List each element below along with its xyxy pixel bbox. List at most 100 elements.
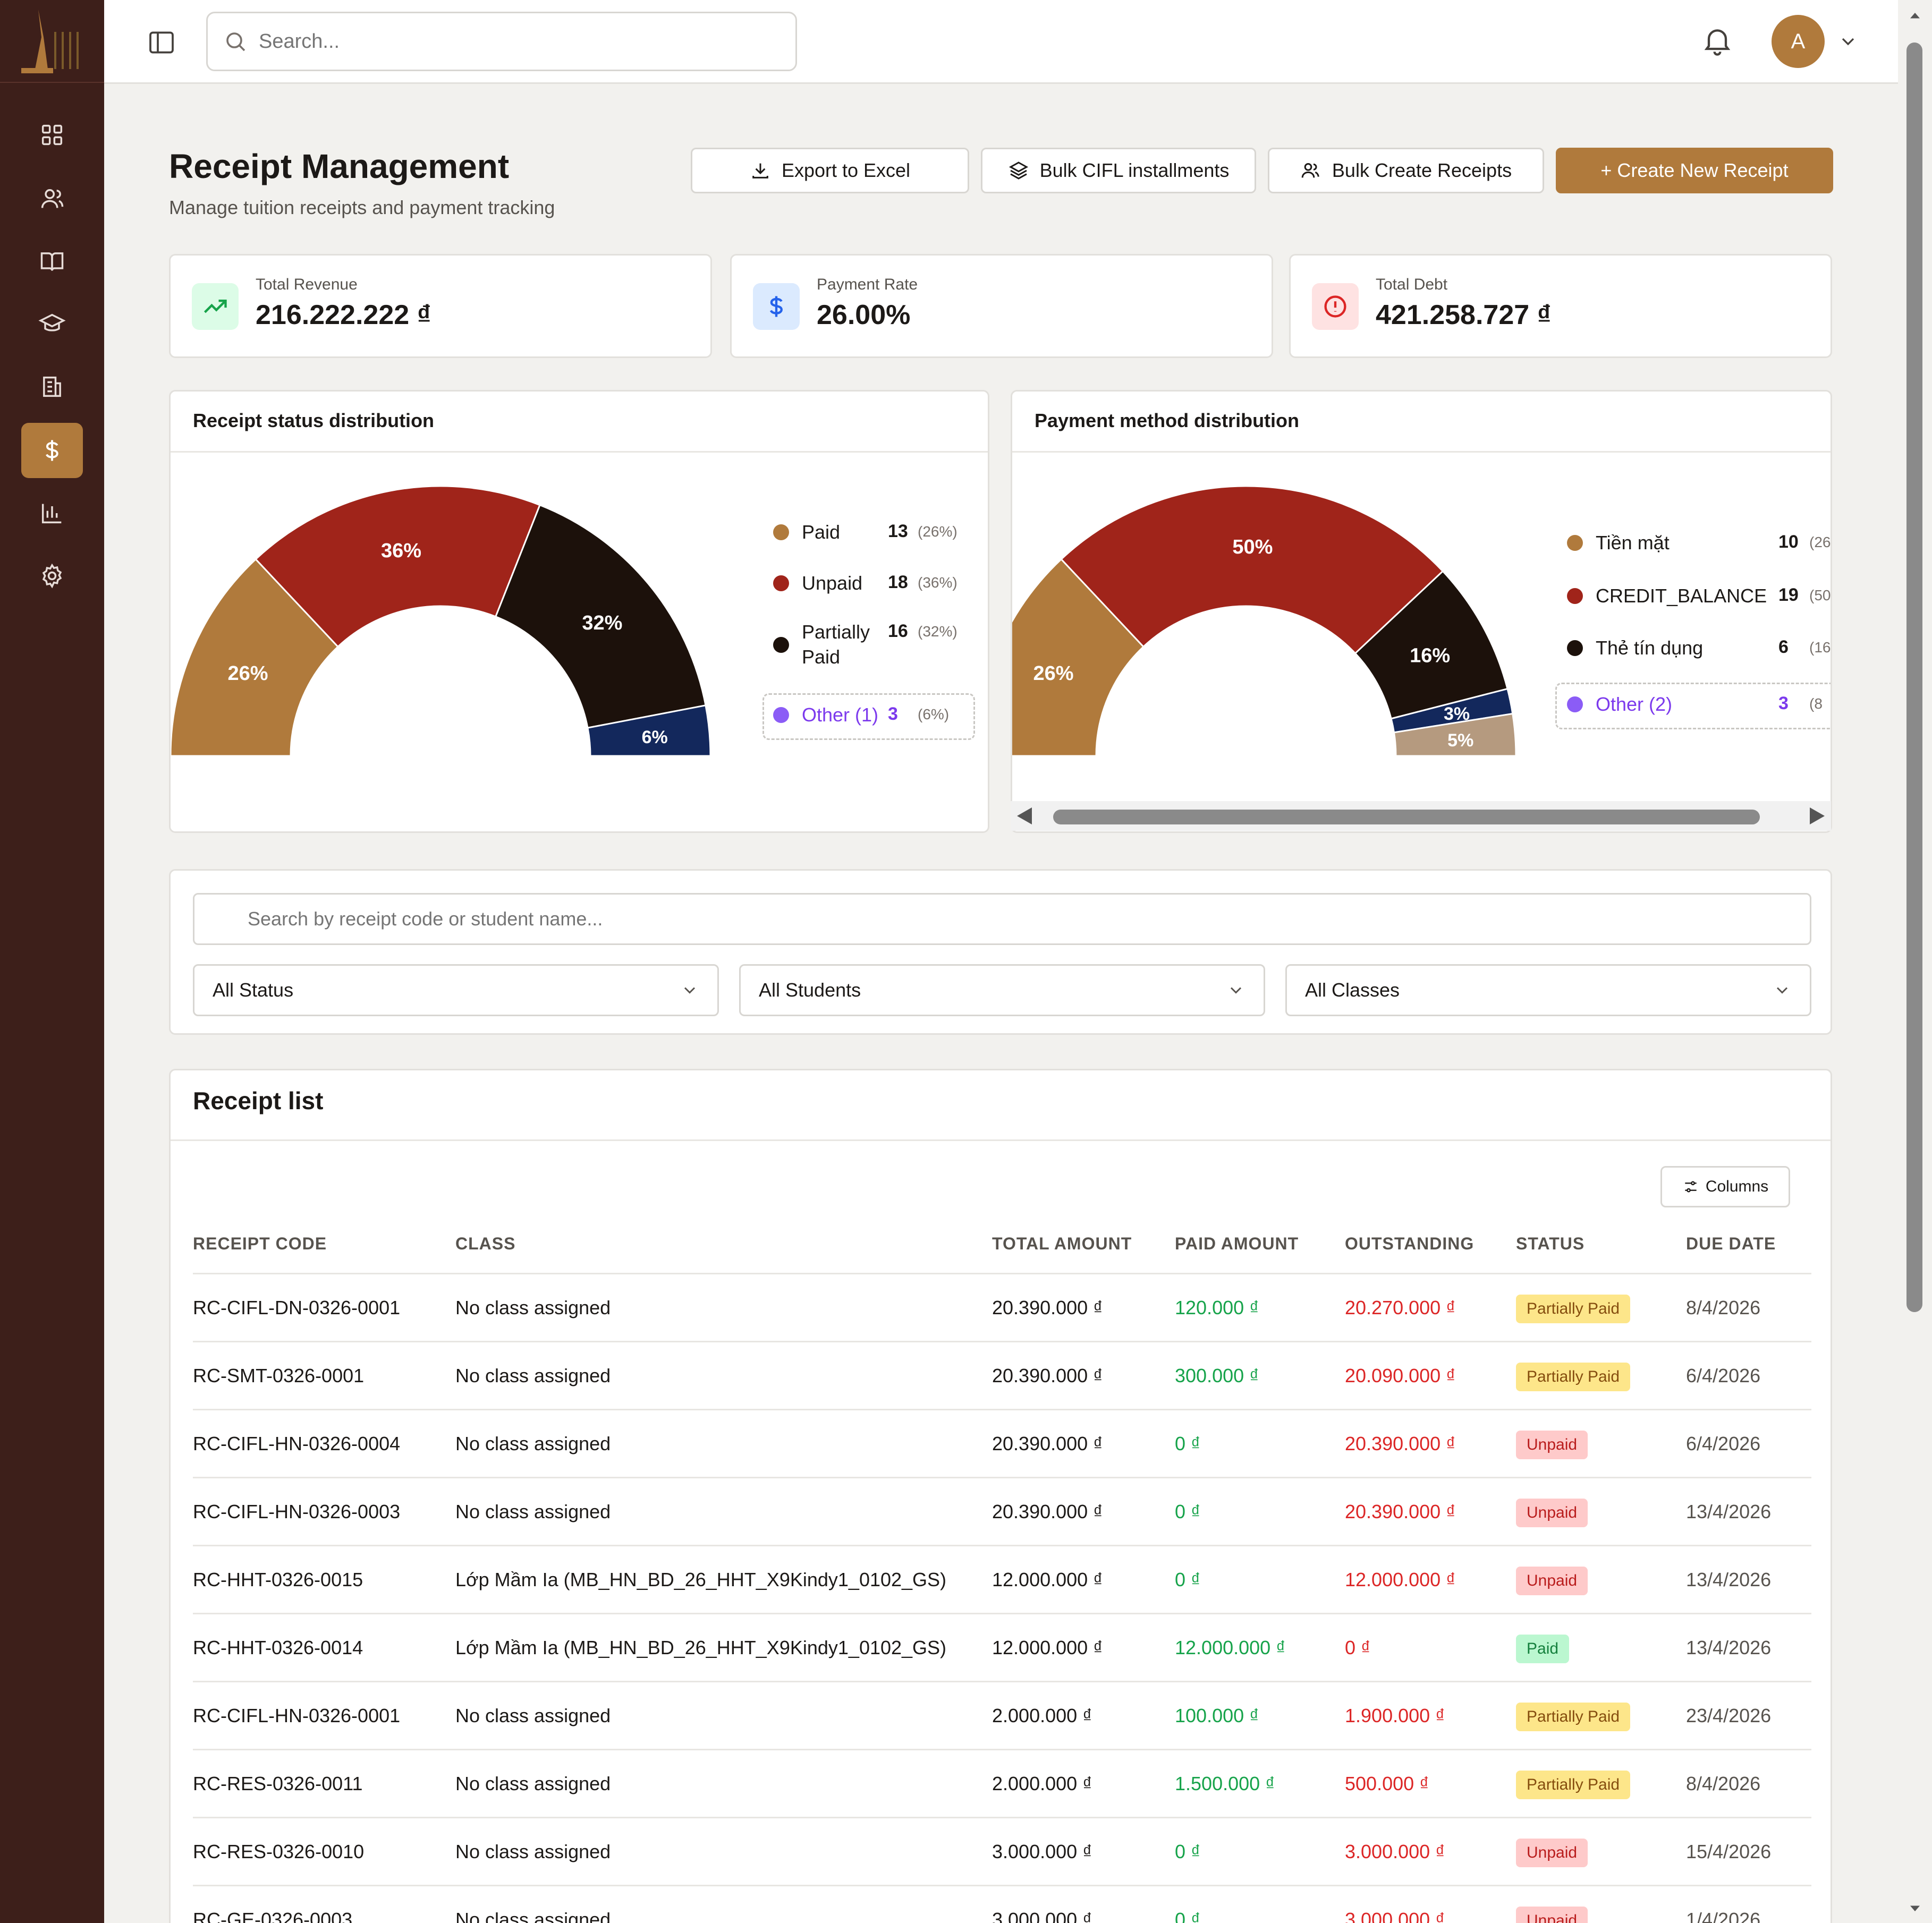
table-row[interactable]: RC-CIFL-HN-0326-0003 No class assigned 20.… [193, 1478, 1811, 1546]
chevron-down-icon[interactable] [1837, 31, 1859, 52]
grid-icon [41, 124, 63, 146]
nav-reports[interactable] [21, 486, 83, 541]
nav-finance[interactable] [21, 423, 83, 478]
app-logo[interactable] [0, 0, 104, 83]
table-row[interactable]: RC-GE-0326-0003 No class assigned 3.000.00… [193, 1886, 1811, 1923]
table-cell: 20.390.000 ₫ [1345, 1501, 1456, 1522]
legend-count: 19 [1778, 585, 1799, 605]
stat-label: Total Revenue [256, 276, 358, 293]
table-cell: 6/4/2026 [1686, 1433, 1761, 1454]
legend-dot [1567, 535, 1583, 551]
avatar[interactable]: A [1772, 15, 1825, 68]
dollar-icon [753, 283, 800, 330]
classes-select[interactable]: All Classes [1285, 964, 1811, 1016]
table-cell: 3.000.000 ₫ [1345, 1909, 1445, 1923]
sidebar-toggle-icon[interactable] [147, 28, 176, 57]
legend-item[interactable]: Tiền mặt [1567, 531, 1670, 556]
bulk-create-button[interactable]: Bulk Create Receipts [1268, 148, 1544, 193]
table-row[interactable]: RC-RES-0326-0010 No class assigned 3.000.0… [193, 1818, 1811, 1886]
legend-percent: (6%) [918, 706, 950, 722]
table-row[interactable]: RC-HHT-0326-0014 Lớp Mầm Ia (MB_HN_BD_26_… [193, 1614, 1811, 1682]
table-cell: No class assigned [455, 1501, 611, 1522]
table-row[interactable]: RC-CIFL-HN-0326-0004 No class assigned 20.… [193, 1410, 1811, 1478]
column-header[interactable]: CLASS [455, 1234, 515, 1254]
table-cell: Lớp Mầm Ia (MB_HN_BD_26_HHT_X9Kindy1_010… [455, 1569, 947, 1590]
chart-slice-label: 26% [227, 662, 268, 685]
legend-item[interactable]: CREDIT_BALANCE [1567, 584, 1767, 609]
table-row[interactable]: RC-SMT-0326-0001 No class assigned 20.390.… [193, 1342, 1811, 1410]
export-excel-button[interactable]: Export to Excel [691, 148, 969, 193]
stat-label: Total Debt [1376, 276, 1448, 293]
table-cell: 12.000.000 ₫ [1345, 1569, 1456, 1590]
book-open-icon [40, 252, 64, 271]
payment-method-chart: 26%50%16%3%5% [1012, 485, 1517, 757]
table-cell: 0 ₫ [1175, 1909, 1201, 1923]
column-header[interactable]: TOTAL AMOUNT [992, 1234, 1132, 1254]
nav-settings[interactable] [21, 548, 83, 603]
legend-item[interactable]: Partially Paid [773, 620, 885, 670]
legend-item[interactable]: Other (2) [1567, 692, 1672, 717]
receipt-search[interactable] [193, 893, 1811, 945]
nav-users[interactable] [21, 171, 83, 226]
students-select[interactable]: All Students [739, 964, 1265, 1016]
create-receipt-button[interactable]: + Create New Receipt [1556, 148, 1833, 193]
legend-dot [1567, 640, 1583, 657]
column-header[interactable]: PAID AMOUNT [1175, 1234, 1299, 1254]
nav-classes[interactable] [21, 296, 83, 352]
bell-icon[interactable] [1700, 23, 1734, 57]
legend-count: 18 [888, 572, 908, 592]
nav-buildings[interactable] [21, 359, 83, 414]
receipt-search-input[interactable] [248, 908, 1735, 930]
table-cell: 20.270.000 ₫ [1345, 1297, 1456, 1318]
table-cell: 20.390.000 ₫ [1345, 1433, 1456, 1454]
trend-up-icon [192, 283, 239, 330]
column-header[interactable]: RECEIPT CODE [193, 1234, 327, 1254]
scroll-up-icon[interactable] [1905, 6, 1925, 25]
receipt-list-card: Receipt list Columns RECEIPT CODE CLASS TO… [169, 1069, 1832, 1923]
table-cell: 120.000 ₫ [1175, 1297, 1259, 1318]
sidebar [0, 0, 104, 1923]
chart-horizontal-scrollbar[interactable] [1011, 801, 1831, 831]
nav-courses[interactable] [21, 234, 83, 289]
legend-percent: (26%) [918, 523, 957, 540]
bulk-cifl-button[interactable]: Bulk CIFL installments [981, 148, 1256, 193]
nav-dashboard[interactable] [21, 107, 83, 163]
column-header[interactable]: OUTSTANDING [1345, 1234, 1474, 1254]
table-cell: RC-SMT-0326-0001 [193, 1365, 365, 1386]
receipt-list-title: Receipt list [193, 1087, 324, 1114]
receipt-status-chart: 26% 36% 32% 6% [171, 485, 711, 757]
columns-button[interactable]: Columns [1660, 1166, 1790, 1207]
table-cell: No class assigned [455, 1909, 611, 1923]
global-search-input[interactable] [259, 30, 737, 53]
column-header[interactable]: DUE DATE [1686, 1234, 1776, 1254]
table-cell: No class assigned [455, 1841, 611, 1862]
chart-slice-label: 26% [1033, 662, 1073, 685]
legend-percent: (36%) [918, 574, 957, 591]
status-select[interactable]: All Status [193, 964, 719, 1016]
status-badge: Unpaid [1516, 1839, 1588, 1867]
table-row[interactable]: RC-CIFL-HN-0326-0001 No class assigned 2.0… [193, 1682, 1811, 1750]
status-badge: Paid [1516, 1635, 1570, 1663]
legend-dot [1567, 588, 1583, 605]
table-row[interactable]: RC-CIFL-DN-0326-0001 No class assigned 20.… [193, 1274, 1811, 1342]
table-cell: 6/4/2026 [1686, 1365, 1761, 1386]
table-row[interactable]: RC-HHT-0326-0015 Lớp Mầm Ia (MB_HN_BD_26_… [193, 1546, 1811, 1614]
global-search[interactable] [206, 12, 797, 71]
table-cell: 23/4/2026 [1686, 1705, 1772, 1726]
legend-item[interactable]: Unpaid [773, 571, 862, 596]
users-icon [41, 189, 64, 208]
scroll-down-icon[interactable] [1905, 1899, 1925, 1918]
legend-item[interactable]: Thẻ tín dụng [1567, 636, 1703, 661]
legend-item[interactable]: Paid [773, 520, 840, 545]
status-badge: Partially Paid [1516, 1771, 1631, 1799]
status-badge: Unpaid [1516, 1499, 1588, 1527]
legend-item[interactable]: Other (1) [773, 703, 878, 728]
page-scrollbar-thumb[interactable] [1906, 42, 1922, 1312]
table-row[interactable]: RC-RES-0326-0011 No class assigned 2.000.0… [193, 1750, 1811, 1818]
table-cell: 12.000.000 ₫ [1175, 1637, 1286, 1658]
table-cell: 13/4/2026 [1686, 1569, 1772, 1590]
column-header[interactable]: STATUS [1516, 1234, 1584, 1254]
table-header: RECEIPT CODE CLASS TOTAL AMOUNT PAID AMOUNT… [193, 1217, 1811, 1274]
table-cell: No class assigned [455, 1365, 611, 1386]
chevron-down-icon [684, 987, 696, 994]
